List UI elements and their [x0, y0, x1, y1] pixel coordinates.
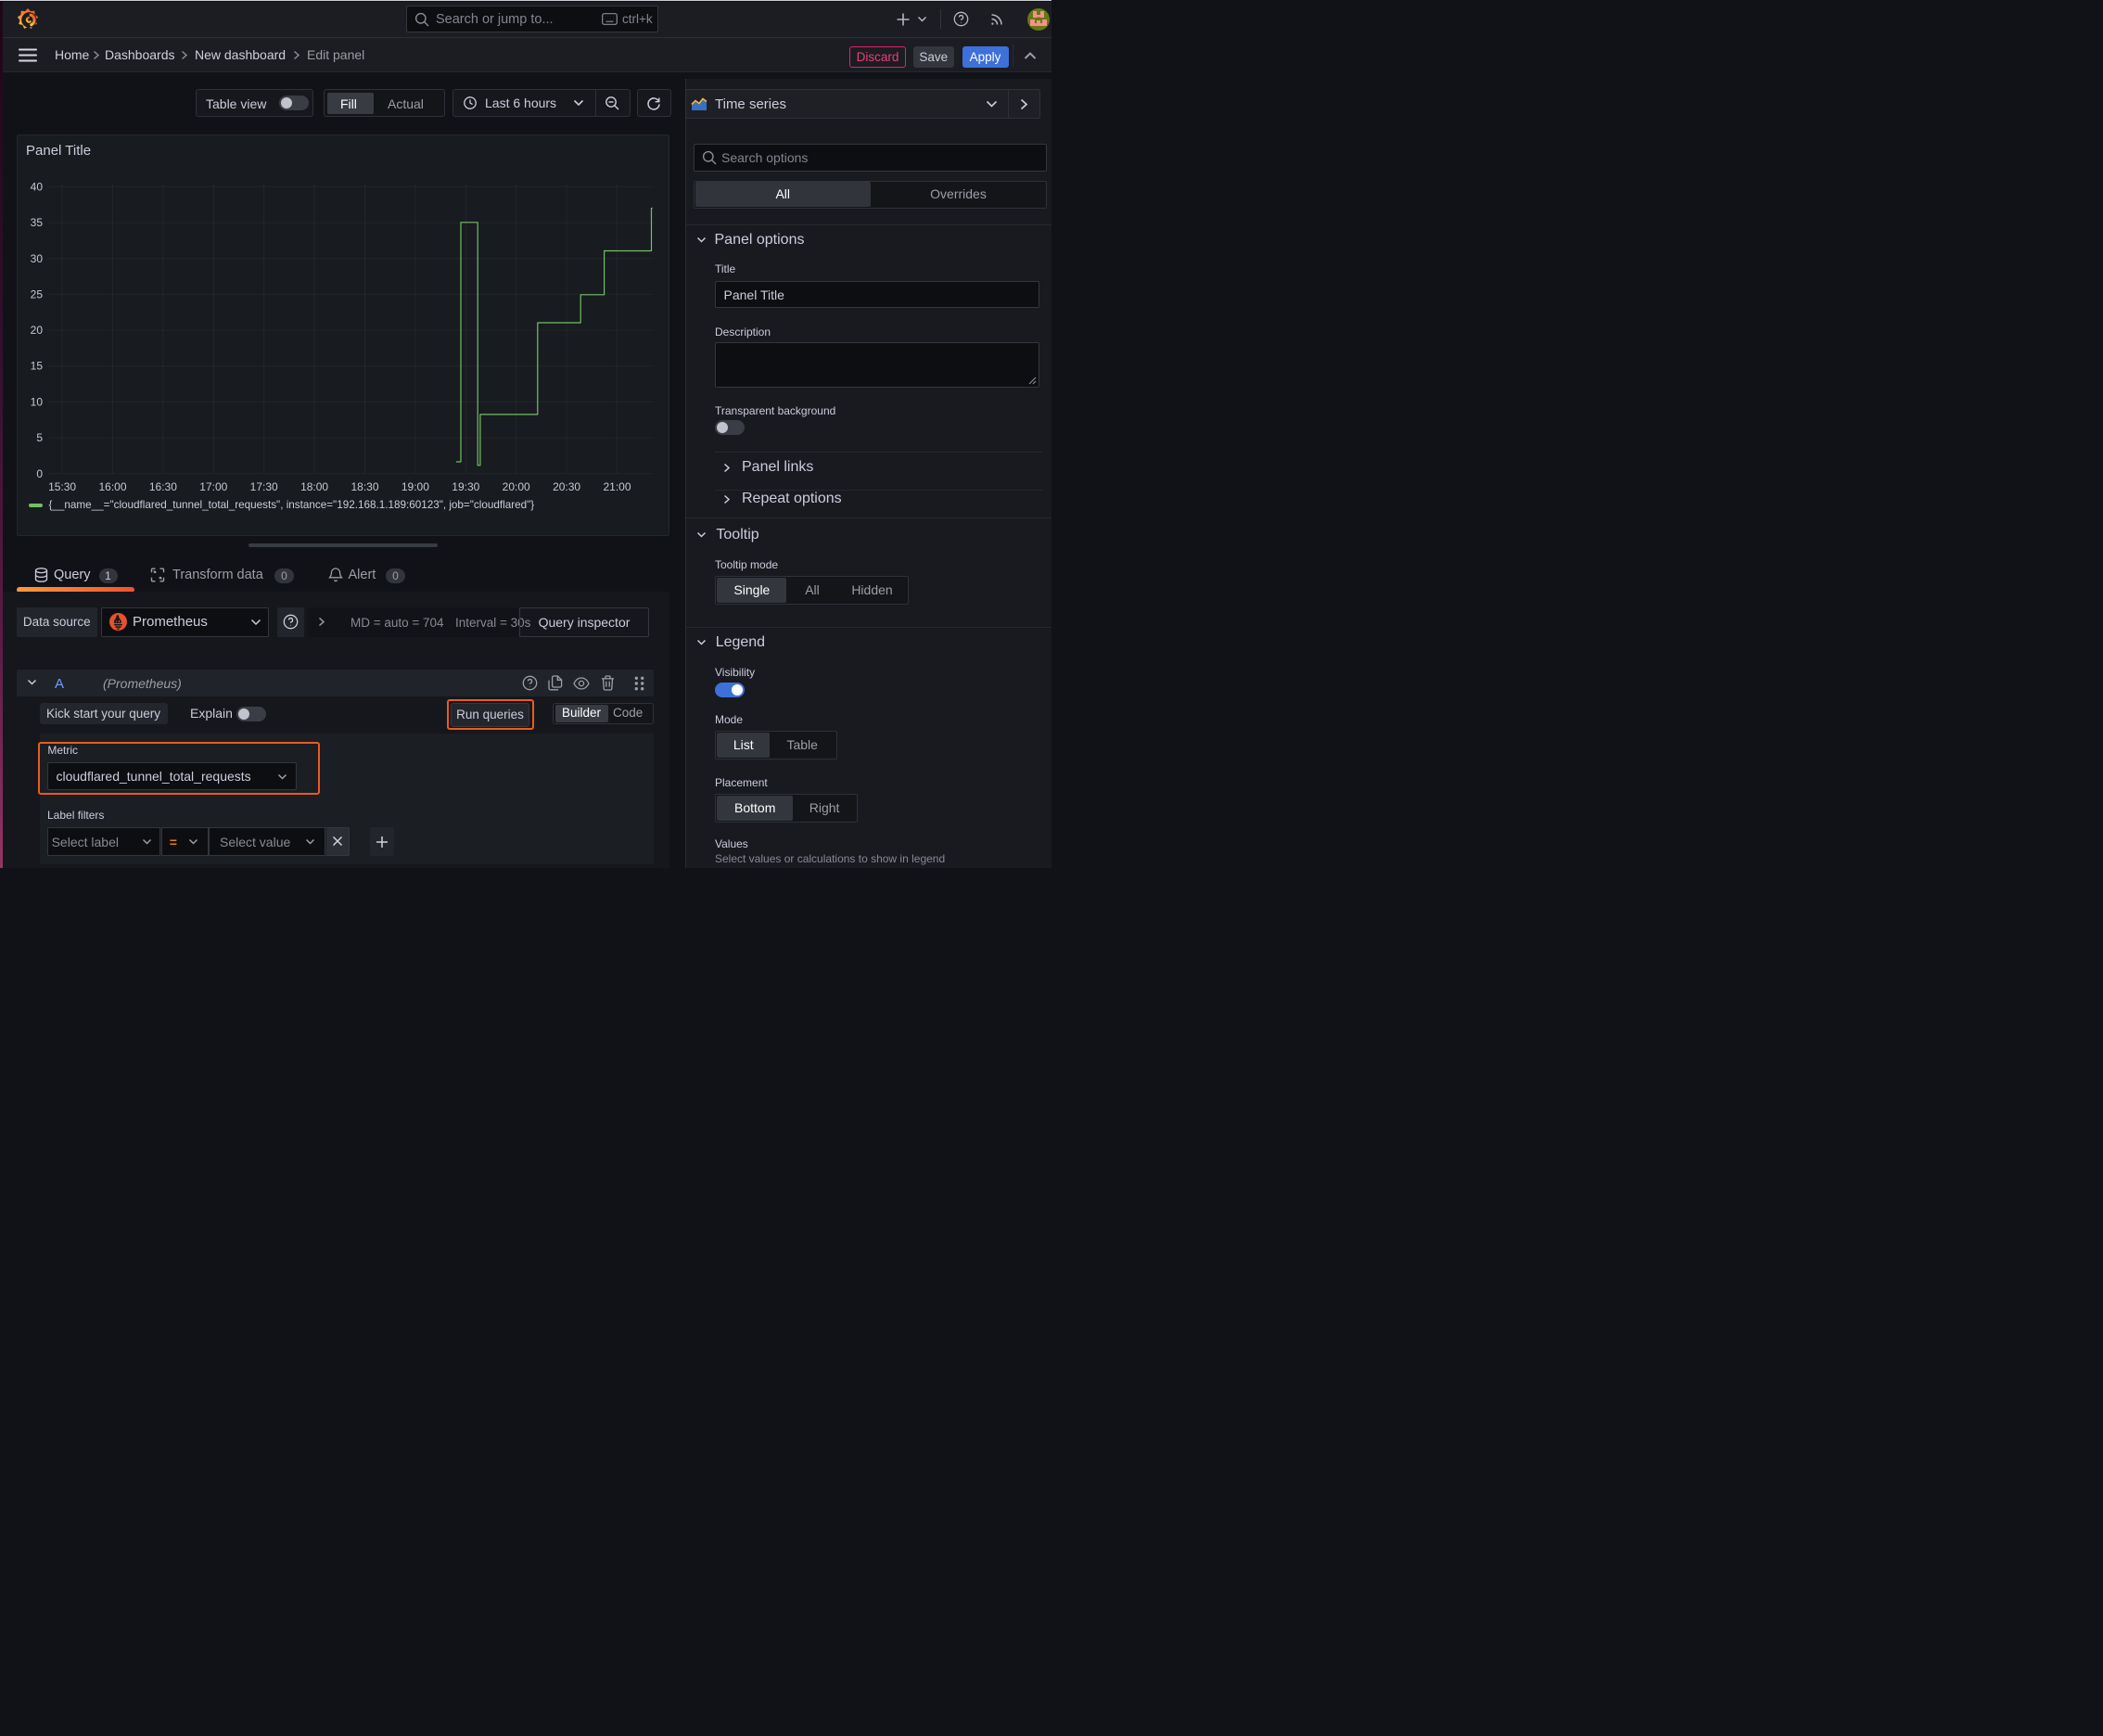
svg-text:19:00: 19:00: [401, 480, 429, 493]
svg-text:35: 35: [31, 216, 44, 229]
svg-text:15:30: 15:30: [48, 480, 76, 493]
svg-text:17:30: 17:30: [250, 480, 278, 493]
svg-text:18:00: 18:00: [300, 480, 328, 493]
svg-text:19:30: 19:30: [452, 480, 479, 493]
svg-text:20:30: 20:30: [553, 480, 580, 493]
svg-text:10: 10: [31, 395, 44, 408]
svg-text:16:30: 16:30: [149, 480, 177, 493]
svg-text:30: 30: [31, 252, 44, 265]
svg-text:25: 25: [31, 287, 44, 300]
svg-text:16:00: 16:00: [98, 480, 126, 493]
svg-text:20:00: 20:00: [503, 480, 530, 493]
svg-text:5: 5: [36, 431, 43, 444]
svg-text:15: 15: [31, 360, 44, 373]
svg-text:0: 0: [36, 467, 43, 480]
svg-text:20: 20: [31, 324, 44, 337]
svg-text:21:00: 21:00: [603, 480, 631, 493]
svg-text:40: 40: [31, 180, 44, 193]
svg-text:17:00: 17:00: [199, 480, 227, 493]
svg-text:18:30: 18:30: [350, 480, 378, 493]
